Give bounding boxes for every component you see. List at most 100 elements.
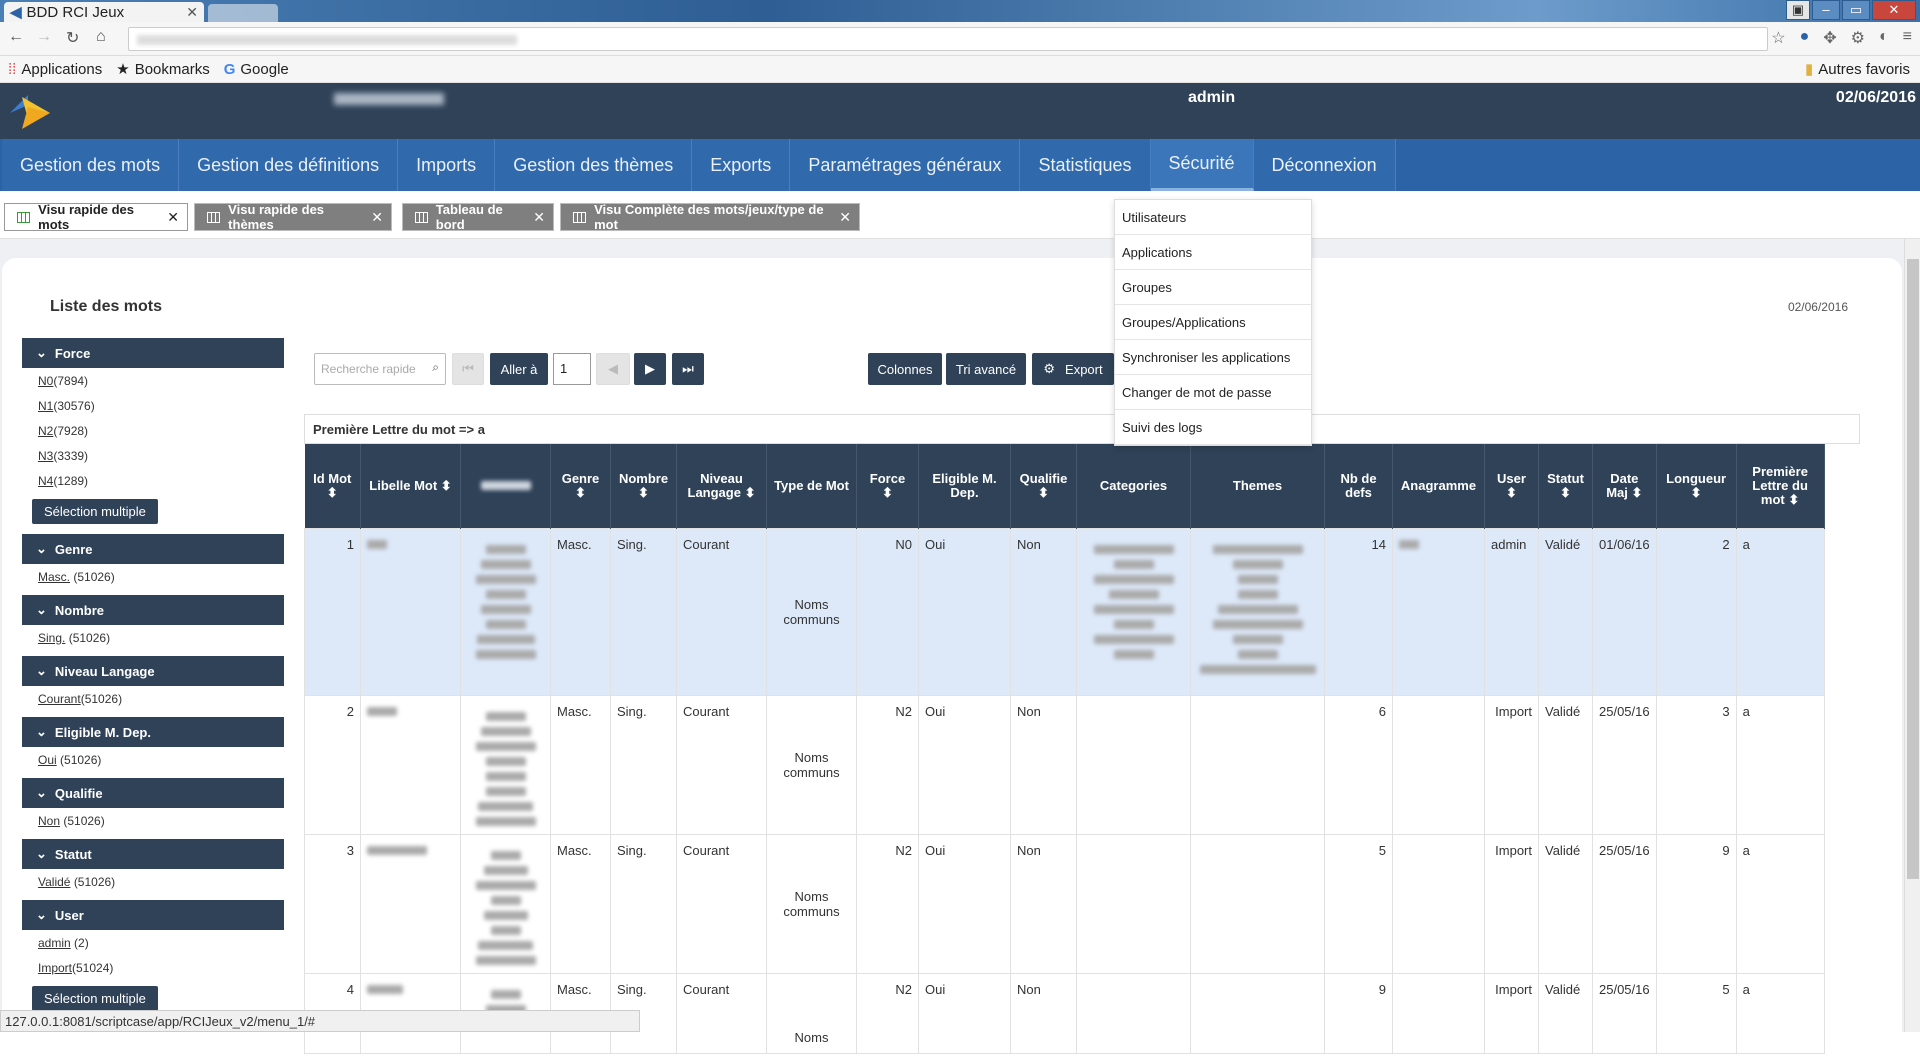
menu-gestion-mots[interactable]: Gestion des mots (2, 139, 180, 191)
filter-item[interactable]: admin (2) (22, 930, 284, 955)
filter-header-user[interactable]: ⌄ User (22, 900, 284, 930)
filter-item[interactable]: Oui (51026) (22, 747, 284, 772)
filter-item[interactable]: Import (51024) (22, 955, 284, 980)
menu-item-utilisateurs[interactable]: Utilisateurs (1115, 200, 1311, 235)
col-header[interactable]: Genre ⬍ (550, 444, 611, 528)
multi-select-button[interactable]: Sélection multiple (32, 499, 158, 524)
col-header[interactable]: Date Maj ⬍ (1592, 444, 1657, 528)
page-input[interactable]: 1 (553, 353, 591, 385)
menu-gestion-themes[interactable]: Gestion des thèmes (495, 139, 693, 191)
col-header[interactable]: Categories (1076, 444, 1191, 528)
col-header[interactable]: Anagramme (1392, 444, 1485, 528)
filter-header-niveau[interactable]: ⌄ Niveau Langage (22, 656, 284, 686)
maximize-button[interactable]: ▭ (1842, 0, 1870, 20)
col-header[interactable]: Niveau Langage ⬍ (676, 444, 767, 528)
tab-visu-complete[interactable]: Visu Complète des mots/jeux/type de mot ✕ (560, 202, 860, 232)
filter-header-eligible[interactable]: ⌄ Eligible M. Dep. (22, 717, 284, 747)
first-page-button[interactable]: ⏮ (452, 353, 484, 385)
filter-header-genre[interactable]: ⌄ Genre (22, 534, 284, 564)
menu-item-groupes-applications[interactable]: Groupes/Applications (1115, 305, 1311, 340)
filter-item[interactable]: N3 (3339) (22, 443, 284, 468)
menu-icon[interactable]: ≡ (1903, 28, 1912, 48)
filter-item[interactable]: N0 (7894) (22, 368, 284, 393)
col-header[interactable]: User ⬍ (1484, 444, 1539, 528)
col-header[interactable]: Qualifie ⬍ (1010, 444, 1077, 528)
close-tab-icon[interactable]: ✕ (186, 4, 198, 21)
close-icon[interactable]: ✕ (839, 209, 851, 226)
col-header[interactable]: Type de Mot (766, 444, 857, 528)
url-input[interactable] (128, 27, 1768, 51)
menu-deconnexion[interactable]: Déconnexion (1254, 139, 1396, 191)
table-row[interactable]: 1 Masc. Sing. Courant Noms communs N0 Ou… (304, 527, 1825, 696)
close-window-button[interactable]: ✕ (1872, 0, 1916, 20)
browser-tab[interactable]: ◀ BDD RCI Jeux ✕ (4, 2, 204, 22)
quick-search-input[interactable]: Recherche rapide ⌕ (314, 353, 446, 385)
table-row[interactable]: 2 Masc. Sing. Courant Noms communs N2 Ou… (304, 694, 1825, 835)
export-button[interactable]: ⚙ Export (1032, 353, 1114, 385)
col-header[interactable]: Nb de defs (1324, 444, 1393, 528)
extension-icon[interactable]: ✥ (1823, 28, 1836, 48)
menu-statistiques[interactable]: Statistiques (1020, 139, 1151, 191)
extension-icon[interactable]: ⚙ (1851, 28, 1865, 48)
goto-button[interactable]: Aller à (490, 353, 548, 385)
prev-page-button[interactable]: ◀ (596, 353, 630, 385)
reload-icon[interactable]: ↻ (66, 28, 79, 48)
page-scrollbar[interactable] (1904, 239, 1920, 1032)
col-header[interactable]: Première Lettre du mot ⬍ (1736, 444, 1825, 528)
bookmark-bookmarks[interactable]: ★ Bookmarks (116, 60, 209, 79)
filter-item[interactable]: N1 (30576) (22, 393, 284, 418)
filter-header-nombre[interactable]: ⌄ Nombre (22, 595, 284, 625)
minimize-button[interactable]: – (1812, 0, 1840, 20)
columns-button[interactable]: Colonnes (868, 353, 942, 385)
menu-securite[interactable]: Sécurité (1150, 139, 1254, 191)
col-header[interactable] (460, 444, 551, 528)
user-icon[interactable]: ▣ (1786, 0, 1810, 20)
col-header[interactable]: Nombre ⬍ (610, 444, 677, 528)
col-header[interactable]: Id Mot ⬍ (304, 444, 361, 528)
col-header[interactable]: Themes (1190, 444, 1325, 528)
filter-item[interactable]: N2 (7928) (22, 418, 284, 443)
col-header[interactable]: Libelle Mot ⬍ (360, 444, 461, 528)
bookmark-google[interactable]: G Google (224, 61, 289, 78)
col-header[interactable]: Longueur ⬍ (1656, 444, 1737, 528)
filter-header-statut[interactable]: ⌄ Statut (22, 839, 284, 869)
tab-visu-themes[interactable]: Visu rapide des thèmes ✕ (194, 202, 392, 232)
filter-item[interactable]: Courant (51026) (22, 686, 284, 711)
other-bookmarks[interactable]: ▮ Autres favoris (1805, 60, 1910, 79)
table-row[interactable]: 3 Masc. Sing. Courant Noms communs N2 Ou… (304, 833, 1825, 974)
menu-exports[interactable]: Exports (692, 139, 791, 191)
menu-parametrages[interactable]: Paramétrages généraux (790, 139, 1021, 191)
forward-icon[interactable]: → (36, 28, 52, 46)
tab-tableau-bord[interactable]: Tableau de bord ✕ (402, 202, 554, 232)
next-page-button[interactable]: ▶ (634, 353, 666, 385)
menu-item-groupes[interactable]: Groupes (1115, 270, 1311, 305)
menu-item-applications[interactable]: Applications (1115, 235, 1311, 270)
close-icon[interactable]: ✕ (167, 209, 179, 226)
tab-visu-mots[interactable]: Visu rapide des mots ✕ (4, 202, 188, 232)
filter-header-force[interactable]: ⌄ Force (22, 338, 284, 368)
menu-item-changer-mdp[interactable]: Changer de mot de passe (1115, 375, 1311, 410)
filter-item[interactable]: Non (51026) (22, 808, 284, 833)
home-icon[interactable]: ⌂ (96, 28, 106, 46)
bookmark-apps[interactable]: ⁞⁞ Applications (8, 61, 102, 78)
filter-item[interactable]: Validé (51026) (22, 869, 284, 894)
filter-item[interactable]: Sing. (51026) (22, 625, 284, 650)
extension-icon[interactable]: ● (1800, 28, 1810, 48)
filter-header-qualifie[interactable]: ⌄ Qualifie (22, 778, 284, 808)
col-header[interactable]: Statut ⬍ (1538, 444, 1593, 528)
filter-item[interactable]: N4 (1289) (22, 468, 284, 493)
menu-imports[interactable]: Imports (398, 139, 496, 191)
menu-item-suivi-logs[interactable]: Suivi des logs (1115, 410, 1311, 445)
menu-item-synchroniser[interactable]: Synchroniser les applications (1115, 340, 1311, 375)
advanced-sort-button[interactable]: Tri avancé (946, 353, 1026, 385)
back-icon[interactable]: ← (8, 28, 24, 46)
last-page-button[interactable]: ⏭ (672, 353, 704, 385)
star-icon[interactable]: ☆ (1771, 28, 1785, 48)
extension-icon[interactable]: ◐ (1879, 28, 1889, 48)
col-header[interactable]: Force ⬍ (856, 444, 919, 528)
new-tab-button[interactable] (208, 4, 278, 22)
filter-item[interactable]: Masc. (51026) (22, 564, 284, 589)
search-icon[interactable]: ⌕ (432, 360, 439, 375)
menu-gestion-definitions[interactable]: Gestion des définitions (179, 139, 399, 191)
multi-select-button[interactable]: Sélection multiple (32, 986, 158, 1011)
